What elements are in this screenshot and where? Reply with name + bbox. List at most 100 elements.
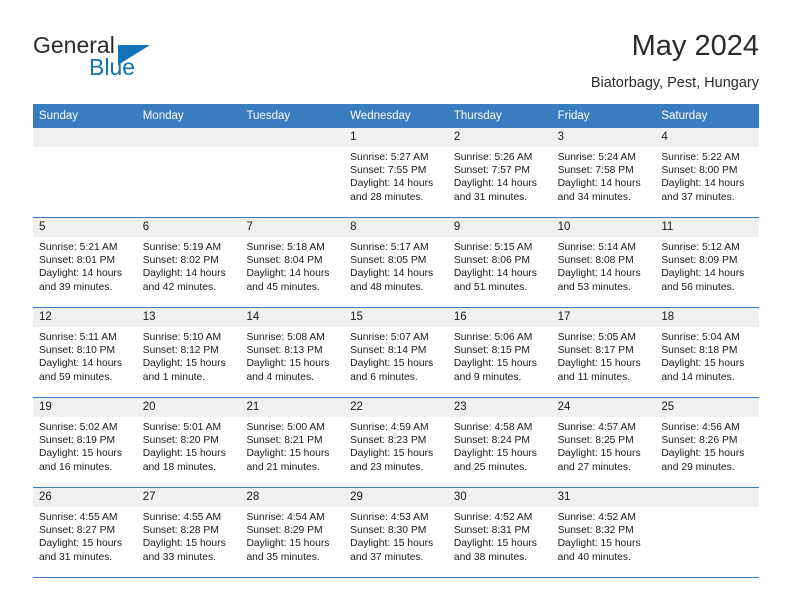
calendar-day-cell[interactable]: 30 Sunrise: 4:52 AM Sunset: 8:31 PM Dayligh… — [447, 488, 552, 577]
sunset-text: Sunset: 8:06 PM — [453, 255, 531, 267]
daylight-text: Daylight: 14 hours and 59 minutes. — [39, 358, 122, 383]
calendar-day-cell[interactable]: 13 Sunrise: 5:10 AM Sunset: 8:12 PM Dayligh… — [136, 308, 241, 397]
day-number: 3 — [551, 128, 656, 147]
weekday-header-friday: Friday — [557, 110, 590, 122]
calendar-day-cell[interactable]: 7 Sunrise: 5:18 AM Sunset: 8:04 PM Daylight… — [240, 218, 345, 307]
sunrise-text: Sunrise: 4:58 AM — [453, 422, 533, 433]
calendar-day-cell[interactable]: 15 Sunrise: 5:07 AM Sunset: 8:14 PM Dayligh… — [344, 308, 448, 397]
calendar-day-cell-empty — [240, 128, 345, 217]
calendar-day-cell-empty — [136, 128, 241, 217]
sunrise-text: Sunrise: 4:55 AM — [142, 512, 222, 523]
sunset-text: Sunset: 8:14 PM — [350, 345, 427, 357]
calendar-day-cell[interactable]: 26 Sunrise: 4:55 AM Sunset: 8:27 PM Dayligh… — [33, 488, 137, 577]
calendar-day-cell[interactable]: 16 Sunrise: 5:06 AM Sunset: 8:15 PM Dayligh… — [447, 308, 552, 397]
day-number: 22 — [344, 398, 448, 417]
calendar-day-cell[interactable]: 20 Sunrise: 5:01 AM Sunset: 8:20 PM Dayligh… — [136, 398, 241, 487]
sunset-text: Sunset: 8:23 PM — [350, 435, 427, 447]
sunrise-text: Sunrise: 4:56 AM — [661, 422, 740, 433]
day-sun-info: Sunrise: 4:53 AM Sunset: 8:30 PM Daylight:… — [344, 507, 448, 564]
daylight-text: Daylight: 15 hours and 29 minutes. — [661, 448, 745, 473]
sunrise-text: Sunrise: 5:27 AM — [350, 152, 429, 163]
calendar-day-cell[interactable]: 1 Sunrise: 5:27 AM Sunset: 7:55 PM Daylight… — [344, 128, 448, 217]
day-sun-info: Sunrise: 4:54 AM Sunset: 8:29 PM Daylight:… — [240, 507, 344, 564]
calendar-day-cell[interactable]: 21 Sunrise: 5:00 AM Sunset: 8:21 PM Dayligh… — [240, 398, 345, 487]
sunrise-text: Sunrise: 5:17 AM — [350, 242, 429, 253]
calendar-day-cell[interactable]: 5 Sunrise: 5:21 AM Sunset: 8:01 PM Daylight… — [33, 218, 137, 307]
calendar-day-cell[interactable]: 14 Sunrise: 5:08 AM Sunset: 8:13 PM Dayligh… — [240, 308, 345, 397]
sunset-text: Sunset: 8:27 PM — [39, 525, 116, 537]
calendar-day-cell[interactable]: 8 Sunrise: 5:17 AM Sunset: 8:05 PM Daylight… — [344, 218, 448, 307]
daylight-text: Daylight: 14 hours and 48 minutes. — [350, 268, 434, 293]
calendar-body: 1 Sunrise: 5:27 AM Sunset: 7:55 PM Daylight… — [33, 128, 760, 578]
day-number — [136, 128, 241, 147]
sunset-text: Sunset: 8:19 PM — [39, 435, 116, 447]
day-sun-info: Sunrise: 5:02 AM Sunset: 8:19 PM Daylight:… — [33, 417, 137, 474]
calendar-day-cell[interactable]: 28 Sunrise: 4:54 AM Sunset: 8:29 PM Dayligh… — [240, 488, 345, 577]
daylight-text: Daylight: 15 hours and 1 minute. — [142, 358, 226, 383]
day-sun-info: Sunrise: 5:14 AM Sunset: 8:08 PM Daylight:… — [552, 237, 656, 294]
calendar-week-row: 1 Sunrise: 5:27 AM Sunset: 7:55 PM Daylight… — [33, 128, 760, 218]
calendar-day-cell[interactable]: 29 Sunrise: 4:53 AM Sunset: 8:30 PM Dayligh… — [344, 488, 448, 577]
calendar-day-cell[interactable]: 17 Sunrise: 5:05 AM Sunset: 8:17 PM Dayligh… — [551, 308, 656, 397]
day-number: 4 — [655, 128, 760, 147]
calendar-day-cell[interactable]: 12 Sunrise: 5:11 AM Sunset: 8:10 PM Dayligh… — [33, 308, 137, 397]
calendar-day-cell[interactable]: 3 Sunrise: 5:24 AM Sunset: 7:58 PM Daylight… — [551, 128, 656, 217]
calendar-day-cell[interactable]: 27 Sunrise: 4:55 AM Sunset: 8:28 PM Dayligh… — [136, 488, 241, 577]
calendar-day-cell[interactable]: 31 Sunrise: 4:52 AM Sunset: 8:32 PM Dayligh… — [551, 488, 656, 577]
calendar-day-cell-empty — [33, 128, 137, 217]
daylight-text: Daylight: 15 hours and 11 minutes. — [557, 358, 641, 383]
daylight-text: Daylight: 14 hours and 39 minutes. — [39, 268, 122, 293]
page-subtitle: Biatorbagy, Pest, Hungary — [590, 75, 759, 91]
day-number: 5 — [33, 218, 137, 237]
calendar-day-cell[interactable]: 10 Sunrise: 5:14 AM Sunset: 8:08 PM Dayligh… — [551, 218, 656, 307]
calendar-day-cell[interactable]: 23 Sunrise: 4:58 AM Sunset: 8:24 PM Dayligh… — [447, 398, 552, 487]
sunrise-text: Sunrise: 5:07 AM — [350, 332, 429, 343]
day-sun-info: Sunrise: 5:01 AM Sunset: 8:20 PM Daylight:… — [137, 417, 241, 474]
daylight-text: Daylight: 14 hours and 45 minutes. — [246, 268, 330, 293]
sunrise-text: Sunrise: 4:52 AM — [453, 512, 533, 523]
sunset-text: Sunset: 8:24 PM — [453, 435, 531, 447]
daylight-text: Daylight: 15 hours and 21 minutes. — [246, 448, 330, 473]
day-sun-info: Sunrise: 5:05 AM Sunset: 8:17 PM Daylight:… — [552, 327, 656, 384]
calendar-day-cell[interactable]: 6 Sunrise: 5:19 AM Sunset: 8:02 PM Daylight… — [136, 218, 241, 307]
day-number: 30 — [447, 488, 552, 507]
sunset-text: Sunset: 8:18 PM — [661, 345, 738, 357]
page-title: May 2024 — [631, 30, 759, 62]
sunrise-text: Sunrise: 5:11 AM — [39, 332, 117, 343]
sunset-text: Sunset: 8:20 PM — [142, 435, 219, 447]
sunset-text: Sunset: 8:10 PM — [39, 345, 116, 357]
sunrise-text: Sunrise: 5:15 AM — [453, 242, 533, 253]
calendar-day-cell[interactable]: 2 Sunrise: 5:26 AM Sunset: 7:57 PM Daylight… — [447, 128, 552, 217]
sunset-text: Sunset: 8:13 PM — [246, 345, 323, 357]
daylight-text: Daylight: 15 hours and 23 minutes. — [350, 448, 434, 473]
sunset-text: Sunset: 8:15 PM — [453, 345, 531, 357]
day-number: 9 — [447, 218, 552, 237]
day-sun-info: Sunrise: 5:12 AM Sunset: 8:09 PM Daylight:… — [655, 237, 759, 294]
calendar-day-cell[interactable]: 19 Sunrise: 5:02 AM Sunset: 8:19 PM Dayligh… — [33, 398, 137, 487]
calendar-day-cell[interactable]: 4 Sunrise: 5:22 AM Sunset: 8:00 PM Daylight… — [655, 128, 760, 217]
weekday-header-thursday: Thursday — [453, 110, 502, 122]
daylight-text: Daylight: 14 hours and 31 minutes. — [453, 178, 537, 203]
sunset-text: Sunset: 7:58 PM — [557, 165, 634, 177]
calendar-day-cell[interactable]: 9 Sunrise: 5:15 AM Sunset: 8:06 PM Daylight… — [447, 218, 552, 307]
day-number: 23 — [447, 398, 552, 417]
sunset-text: Sunset: 7:55 PM — [350, 165, 427, 177]
day-sun-info: Sunrise: 4:56 AM Sunset: 8:26 PM Daylight:… — [655, 417, 759, 474]
day-sun-info: Sunrise: 5:17 AM Sunset: 8:05 PM Daylight:… — [344, 237, 448, 294]
sunrise-text: Sunrise: 4:52 AM — [557, 512, 637, 523]
day-sun-info: Sunrise: 4:58 AM Sunset: 8:24 PM Daylight:… — [448, 417, 552, 474]
calendar-day-cell[interactable]: 11 Sunrise: 5:12 AM Sunset: 8:09 PM Dayligh… — [655, 218, 760, 307]
calendar-day-cell-empty — [655, 488, 760, 577]
daylight-text: Daylight: 14 hours and 53 minutes. — [557, 268, 641, 293]
weekday-header-monday: Monday — [142, 110, 184, 122]
calendar-day-cell[interactable]: 18 Sunrise: 5:04 AM Sunset: 8:18 PM Dayligh… — [655, 308, 760, 397]
calendar-day-cell[interactable]: 22 Sunrise: 4:59 AM Sunset: 8:23 PM Dayligh… — [344, 398, 448, 487]
sunset-text: Sunset: 8:17 PM — [557, 345, 634, 357]
brand-logo[interactable]: General Blue — [33, 32, 173, 88]
day-number: 11 — [655, 218, 760, 237]
calendar-day-cell[interactable]: 24 Sunrise: 4:57 AM Sunset: 8:25 PM Dayligh… — [551, 398, 656, 487]
calendar-day-cell[interactable]: 25 Sunrise: 4:56 AM Sunset: 8:26 PM Dayligh… — [655, 398, 760, 487]
sunrise-text: Sunrise: 5:08 AM — [246, 332, 325, 343]
title-block: May 2024 Biatorbagy, Pest, Hungary — [591, 28, 759, 93]
weekday-header-tuesday: Tuesday — [246, 110, 291, 122]
